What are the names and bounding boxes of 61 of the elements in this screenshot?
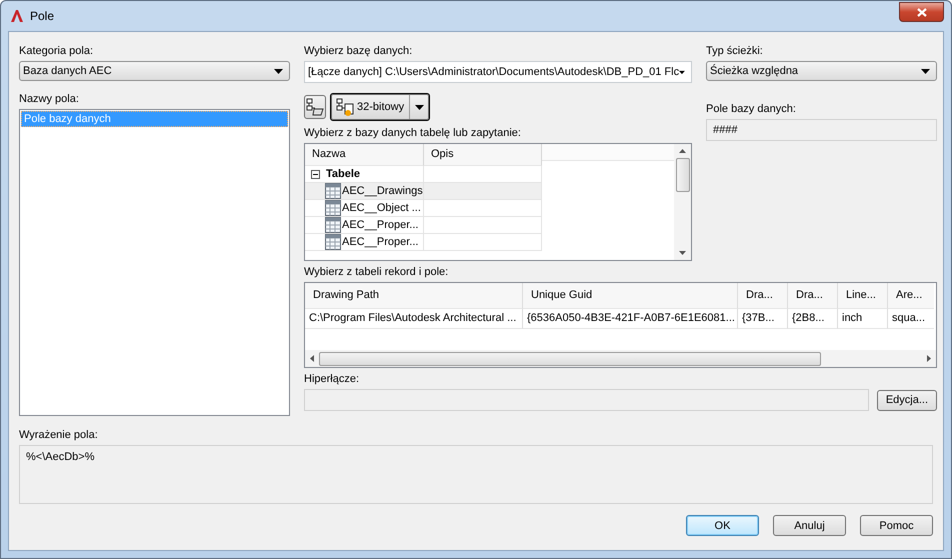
database-folder-icon xyxy=(306,98,324,116)
dialog-button[interactable]: Pomoc xyxy=(860,515,933,536)
column-header[interactable]: Unique Guid xyxy=(523,283,738,309)
dropdown-arrow-icon xyxy=(921,68,930,74)
scroll-thumb[interactable] xyxy=(676,158,690,192)
field-label: Wybierz z tabeli rekord i pole: xyxy=(304,265,450,280)
vertical-scrollbar[interactable] xyxy=(674,144,691,260)
dialog-button[interactable]: OK xyxy=(686,515,759,536)
dialog-button[interactable]: Anuluj xyxy=(773,515,846,536)
scroll-left-icon xyxy=(310,355,314,362)
bitness-split-button[interactable]: 32-bitowy xyxy=(331,94,430,120)
table-cell: {37B... xyxy=(738,309,788,329)
table-icon xyxy=(325,234,341,250)
tree-node[interactable]: Tabele xyxy=(305,166,424,183)
hyperlink-field[interactable] xyxy=(304,389,869,411)
tree-node[interactable]: AEC__Object ... xyxy=(305,200,424,217)
database-dropdown[interactable]: [Łącze danych] C:\Users\Administrator\Documents\Autodesk\DB_PD_01 Flc xyxy=(304,61,692,83)
expression-box: %<\AecDb>% xyxy=(19,445,933,504)
table-icon xyxy=(325,200,341,216)
field-label: Wyrażenie pola: xyxy=(19,428,99,443)
database-star-icon xyxy=(336,98,356,116)
dropdown-arrow-icon xyxy=(274,68,283,74)
field-label: Typ ścieżki: xyxy=(706,44,764,59)
field-label: Kategoria pola: xyxy=(19,44,94,59)
path-type-dropdown[interactable]: Ścieżka względna xyxy=(706,61,937,81)
column-header[interactable]: Nazwa xyxy=(305,144,424,166)
horizontal-scrollbar[interactable] xyxy=(305,350,936,367)
column-header[interactable]: Line... xyxy=(838,283,888,309)
scroll-thumb[interactable] xyxy=(319,352,821,366)
close-button[interactable] xyxy=(899,2,944,22)
table-cell: inch xyxy=(838,309,888,329)
letter-a-logo-icon xyxy=(10,9,24,23)
tree-node[interactable]: AEC__Proper... xyxy=(305,234,424,251)
column-header[interactable]: Drawing Path xyxy=(305,283,523,309)
column-header[interactable]: Opis xyxy=(424,144,542,166)
table-icon xyxy=(325,217,341,233)
dropdown-arrow-icon xyxy=(679,70,685,74)
window-title: Pole xyxy=(30,9,54,23)
table-cell: C:\Program Files\Autodesk Architectural ... xyxy=(305,309,523,329)
field-label: Nazwy pola: xyxy=(19,92,80,107)
field-label: Wybierz z bazy danych tabelę lub zapytanie: xyxy=(304,126,522,141)
scroll-right-icon xyxy=(927,355,931,362)
category-dropdown[interactable]: Baza danych AEC xyxy=(19,61,290,81)
scroll-up-icon xyxy=(679,149,686,153)
close-icon xyxy=(916,8,926,16)
open-database-button[interactable] xyxy=(304,95,326,119)
tree-node[interactable]: AEC__Drawings xyxy=(305,183,424,200)
tree-node[interactable]: AEC__Proper... xyxy=(305,217,424,234)
table-icon xyxy=(325,183,341,199)
column-header[interactable]: Dra... xyxy=(788,283,838,309)
scroll-down-icon xyxy=(679,251,686,255)
field-label: Wybierz bazę danych: xyxy=(304,44,414,59)
dropdown-arrow-icon xyxy=(415,104,424,110)
column-header[interactable]: Dra... xyxy=(738,283,788,309)
column-header[interactable]: Are... xyxy=(888,283,934,309)
database-field-box: #### xyxy=(706,119,937,141)
table-cell: {2B8... xyxy=(788,309,838,329)
field-label: Pole bazy danych: xyxy=(706,102,797,117)
edit-button[interactable]: Edycja... xyxy=(876,390,937,410)
table-cell: {6536A050-4B3E-421F-A0B7-6E1E6081... xyxy=(523,309,738,329)
field-label: Hiperłącze: xyxy=(304,372,360,387)
